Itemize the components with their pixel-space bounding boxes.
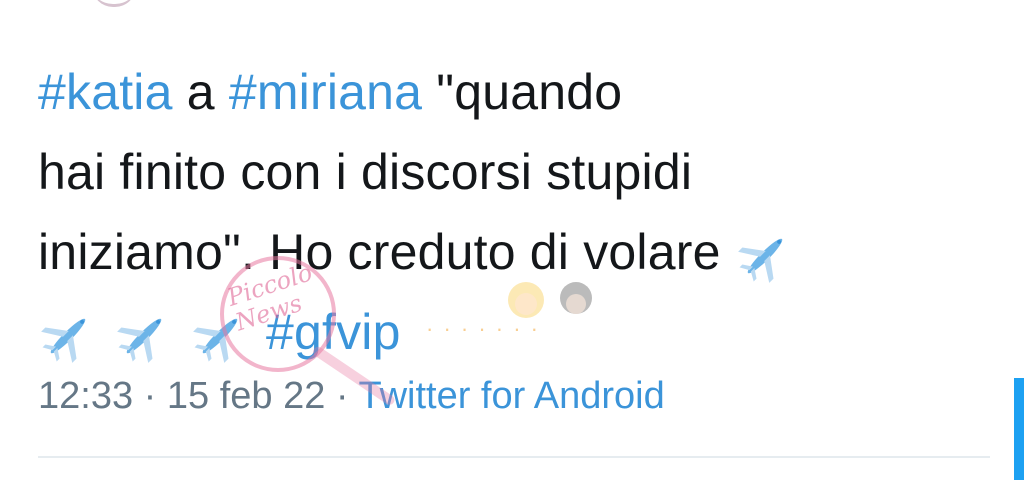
tweet-date[interactable]: 15 feb 22 [167, 375, 325, 417]
avatar-edge [92, 0, 136, 7]
tweet-line-2: hai finito con i discorsi stupidi [38, 144, 693, 200]
tweet-meta: 12:33 · 15 feb 22 · Twitter for Android [38, 372, 665, 420]
tweet-line-3: iniziamo". Ho creduto di volare [38, 212, 998, 292]
tweet-line-3-text: iniziamo". Ho creduto di volare [38, 224, 721, 280]
hashtag-gfvip[interactable]: #gfvip [266, 304, 401, 360]
hashtag-miriana[interactable]: #miriana [229, 64, 422, 120]
tweet-text-segment: "quando [422, 64, 623, 120]
tweet-time[interactable]: 12:33 [38, 375, 133, 417]
tweet-line-1: #katia a #miriana "quando [38, 52, 998, 132]
airplane-icon [38, 306, 98, 366]
divider [38, 456, 990, 458]
scrollbar[interactable] [1014, 378, 1024, 480]
tweet-text-segment: a [172, 64, 229, 120]
tweet-source-link[interactable]: Twitter for Android [358, 375, 664, 417]
airplane-icon [114, 306, 174, 366]
tweet-line-4: #gfvip [38, 292, 998, 372]
hashtag-katia[interactable]: #katia [38, 64, 173, 120]
meta-separator: · [143, 375, 157, 417]
airplane-icon [735, 226, 795, 286]
airplane-icon [190, 306, 250, 366]
tweet-text: #katia a #miriana "quando hai finito con… [38, 52, 998, 372]
meta-separator: · [335, 375, 349, 417]
